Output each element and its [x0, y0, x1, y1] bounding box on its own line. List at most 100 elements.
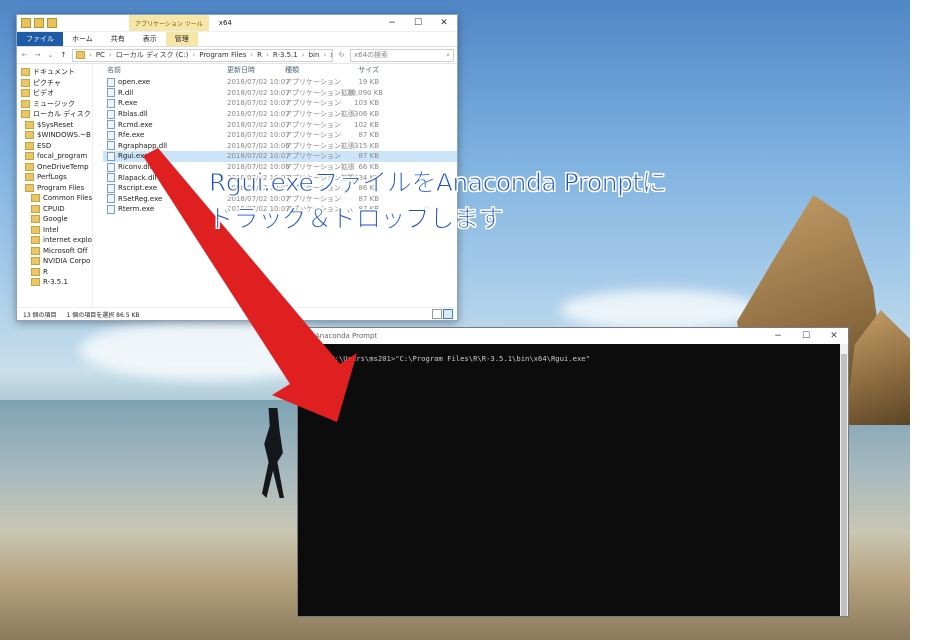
- tab-view[interactable]: 表示: [134, 32, 166, 46]
- tab-share[interactable]: 共有: [102, 32, 134, 46]
- nav-item[interactable]: $WINDOWS.~B: [17, 130, 92, 141]
- file-row[interactable]: R.exe 2018/07/02 10:07 アプリケーション 103 KB: [103, 98, 457, 109]
- scrollbar-thumb[interactable]: [841, 354, 847, 616]
- nav-item-label: internet explo: [43, 236, 92, 244]
- navigation-pane: ドキュメントピクチャビデオミュージックローカル ディスク (C $SysReset…: [17, 63, 93, 308]
- file-date-cell: 2018/07/02 10:07: [227, 88, 290, 97]
- column-header-type[interactable]: 種類: [285, 65, 347, 75]
- nav-item[interactable]: focal_program: [17, 151, 92, 162]
- nav-item[interactable]: ローカル ディスク (C: [17, 109, 92, 120]
- details-view-icon[interactable]: [432, 309, 442, 319]
- file-name: Rgui.exe: [118, 152, 149, 161]
- nav-item[interactable]: NVIDIA Corpo: [17, 256, 92, 267]
- exe-file-icon: [107, 98, 115, 108]
- nav-item[interactable]: ESD: [17, 141, 92, 152]
- file-row[interactable]: R.dll 2018/07/02 10:07 アプリケーション拡張 30,090 KB: [103, 88, 457, 99]
- large-icons-view-icon[interactable]: [443, 309, 453, 319]
- file-date-cell: 2018/07/02 10:07: [227, 152, 290, 161]
- up-arrow-icon[interactable]: ↑: [59, 51, 68, 59]
- file-type-cell: アプリケーション: [285, 152, 341, 161]
- file-type-cell: アプリケーション: [285, 99, 341, 108]
- nav-item-label: NVIDIA Corpo: [43, 257, 91, 265]
- nav-item[interactable]: Microsoft Off: [17, 246, 92, 257]
- folder-icon: [31, 257, 40, 266]
- file-row[interactable]: Rblas.dll 2018/07/02 10:07 アプリケーション拡張 306 K…: [103, 109, 457, 120]
- nav-item[interactable]: OneDriveTemp: [17, 162, 92, 173]
- search-box[interactable]: x64の検索 ⌕: [350, 48, 454, 62]
- forward-arrow-icon[interactable]: →: [33, 51, 42, 59]
- nav-item[interactable]: CPUID: [17, 204, 92, 215]
- breadcrumb-item[interactable]: bin: [309, 51, 320, 59]
- file-row[interactable]: Rcmd.exe 2018/07/02 10:07 アプリケーション 102 KB: [103, 119, 457, 130]
- exe-file-icon: [107, 120, 115, 130]
- new-folder-icon[interactable]: [47, 18, 57, 28]
- properties-icon[interactable]: [34, 18, 44, 28]
- nav-item[interactable]: R-3.5.1: [17, 277, 92, 288]
- file-type-cell: アプリケーション: [285, 78, 341, 87]
- search-placeholder: x64の検索: [354, 51, 389, 59]
- console-command-line[interactable]: (base) C:\Users\ms201>"C:\Program Files\…: [298, 344, 848, 363]
- file-row[interactable]: Rgraphapp.dll 2018/07/02 10:06 アプリケーション拡張 3…: [103, 141, 457, 152]
- folder-icon: [25, 162, 34, 171]
- nav-item[interactable]: PerfLogs: [17, 172, 92, 183]
- file-name: Riconv.dll: [118, 163, 152, 172]
- status-bar: 13 個の項目 1 個の項目を選択 86.5 KB: [17, 307, 457, 320]
- close-button[interactable]: ✕: [431, 18, 457, 28]
- breadcrumb-item[interactable]: R: [257, 51, 262, 59]
- maximize-button[interactable]: ☐: [405, 18, 431, 28]
- file-name: Rterm.exe: [118, 205, 155, 214]
- breadcrumb-item[interactable]: R-3.5.1: [273, 51, 298, 59]
- breadcrumb-item[interactable]: Program Files: [199, 51, 246, 59]
- file-name-cell: Rgraphapp.dll: [103, 141, 227, 151]
- nav-item[interactable]: Intel: [17, 225, 92, 236]
- file-row[interactable]: Rfe.exe 2018/07/02 10:07 アプリケーション 87 KB: [103, 130, 457, 141]
- file-row[interactable]: open.exe 2018/07/02 10:07 アプリケーション 19 KB: [103, 77, 457, 88]
- refresh-icon[interactable]: ↻: [337, 51, 346, 59]
- nav-item[interactable]: ピクチャ: [17, 78, 92, 89]
- column-header-size[interactable]: サイズ: [347, 65, 379, 75]
- exe-file-icon: [107, 194, 115, 204]
- nav-item[interactable]: ドキュメント: [17, 67, 92, 78]
- nav-item[interactable]: internet explo: [17, 235, 92, 246]
- tab-home[interactable]: ホーム: [63, 32, 102, 46]
- maximize-button[interactable]: ☐: [792, 331, 820, 341]
- nav-item-label: ESD: [37, 141, 52, 150]
- minimize-button[interactable]: −: [764, 331, 792, 341]
- file-type-cell: アプリケーション: [285, 131, 341, 140]
- close-button[interactable]: ✕: [820, 331, 848, 341]
- chevron-down-icon[interactable]: ⌄: [46, 51, 55, 59]
- explorer-titlebar: アプリケーション ツール x64 − ☐ ✕: [17, 15, 457, 32]
- nav-item-label: focal_program: [37, 152, 88, 160]
- nav-item[interactable]: Program Files: [17, 183, 92, 194]
- minimize-button[interactable]: −: [379, 18, 405, 28]
- nav-item[interactable]: ビデオ: [17, 88, 92, 99]
- column-header-name[interactable]: 名前: [103, 65, 227, 75]
- folder-icon: [31, 278, 40, 287]
- breadcrumb-item[interactable]: PC: [96, 51, 105, 59]
- nav-item[interactable]: ミュージック: [17, 99, 92, 110]
- file-name-cell: open.exe: [103, 77, 227, 87]
- nav-item[interactable]: $SysReset: [17, 120, 92, 131]
- address-bar[interactable]: › PC › ローカル ディスク (C:) › Program Files › …: [72, 48, 333, 62]
- nav-item[interactable]: Common Files: [17, 193, 92, 204]
- nav-item-label: OneDriveTemp: [37, 162, 89, 171]
- nav-item[interactable]: R: [17, 267, 92, 278]
- nav-item-label: PerfLogs: [37, 173, 67, 181]
- dll-file-icon: [107, 162, 115, 172]
- file-size-cell: 87 KB: [358, 152, 379, 161]
- file-name: Rblas.dll: [118, 110, 148, 119]
- exe-file-icon: [107, 204, 115, 214]
- tab-manage[interactable]: 管理: [165, 32, 198, 46]
- nav-item-label: ドキュメント: [33, 68, 75, 76]
- file-name: open.exe: [118, 78, 151, 87]
- breadcrumb-item[interactable]: x64: [330, 51, 332, 59]
- tab-file[interactable]: ファイル: [17, 32, 63, 46]
- scrollbar[interactable]: [840, 344, 848, 616]
- file-name-cell: Rfe.exe: [103, 130, 227, 140]
- nav-item[interactable]: Google: [17, 214, 92, 225]
- back-arrow-icon[interactable]: ←: [20, 51, 29, 59]
- file-row[interactable]: Rgui.exe 2018/07/02 10:07 アプリケーション 87 KB: [103, 151, 457, 162]
- breadcrumb-item[interactable]: ローカル ディスク (C:): [116, 50, 189, 60]
- file-name-cell: Rcmd.exe: [103, 120, 227, 130]
- column-header-date[interactable]: 更新日時: [227, 65, 285, 75]
